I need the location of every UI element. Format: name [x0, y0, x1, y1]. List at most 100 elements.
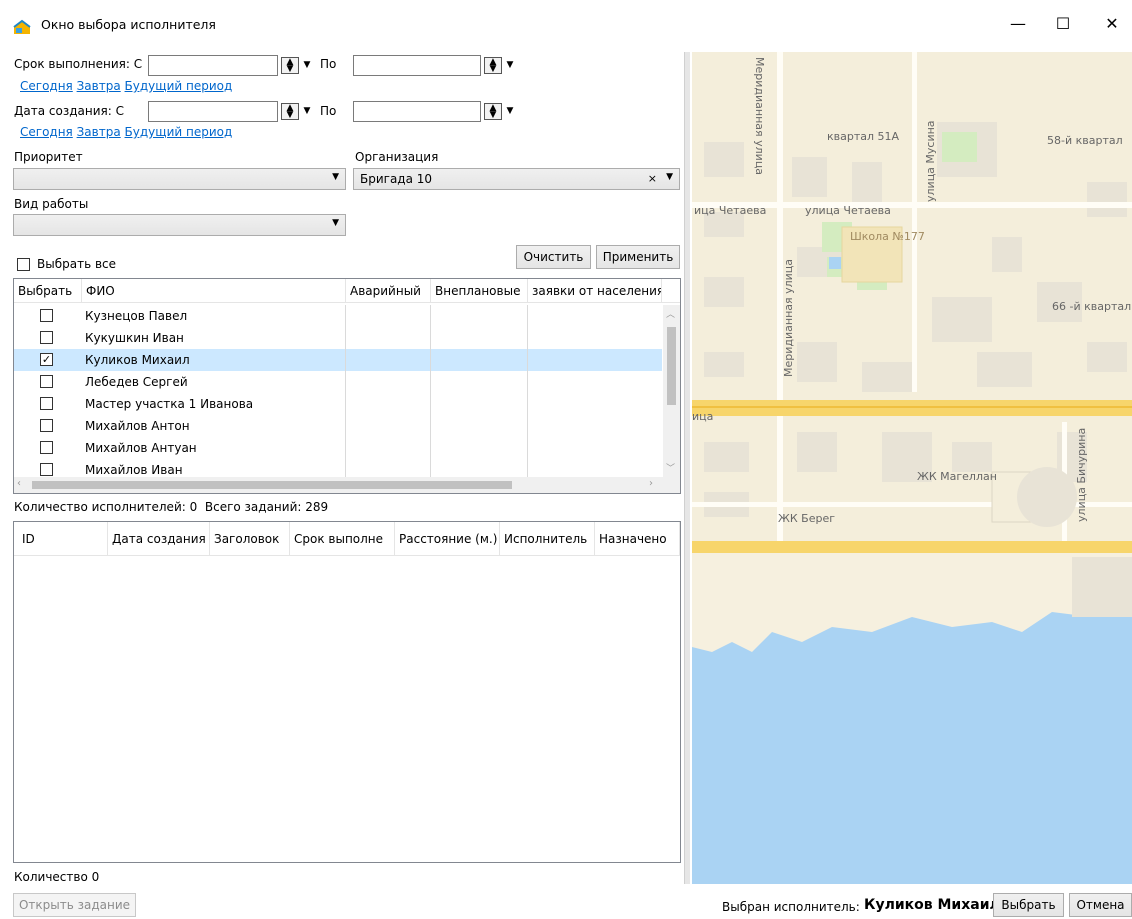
- splitter[interactable]: [684, 52, 690, 884]
- due-today-link[interactable]: Сегодня: [20, 79, 73, 93]
- choose-button[interactable]: Выбрать: [993, 893, 1064, 917]
- apply-button[interactable]: Применить: [596, 245, 680, 269]
- created-today-link[interactable]: Сегодня: [20, 125, 73, 139]
- performer-row[interactable]: Кузнецов Павел: [14, 305, 662, 327]
- created-from-input[interactable]: [148, 101, 278, 122]
- scroll-down-icon[interactable]: ﹀: [666, 461, 675, 474]
- app-icon: [13, 19, 31, 34]
- performers-column-header[interactable]: заявки от населения: [528, 279, 662, 303]
- performers-body: Кузнецов Павел Кукушкин Иван ✓ Куликов Миха…: [14, 305, 662, 477]
- chevron-down-icon: ▼: [332, 172, 339, 182]
- open-task-button[interactable]: Открыть задание: [13, 893, 136, 917]
- created-to-dropdown-icon[interactable]: ▼: [503, 103, 517, 120]
- performer-checkbox[interactable]: [40, 463, 53, 476]
- selected-performer-name: Куликов Михаил: [864, 897, 1000, 913]
- worktype-label: Вид работы: [14, 197, 89, 211]
- performers-column-header[interactable]: Аварийный: [346, 279, 431, 303]
- map-label-kvartal-51a: квартал 51А: [827, 130, 900, 143]
- map-label-meridiannaya-2: Меридианная улица: [782, 258, 795, 377]
- cancel-button[interactable]: Отмена: [1069, 893, 1132, 917]
- performers-header: Выбрать ФИО Аварийный Внеплановые заявки от …: [14, 279, 680, 303]
- scroll-up-icon[interactable]: ︿: [666, 307, 675, 320]
- map-label-chetaeva-2: улица Четаева: [805, 204, 891, 217]
- tasks-grid[interactable]: ID Дата создания Заголовок Срок выполне Расс…: [13, 521, 681, 863]
- select-all-label: Выбрать все: [37, 257, 117, 271]
- due-from-input[interactable]: [148, 55, 278, 76]
- tasks-column-header[interactable]: ID: [14, 522, 108, 556]
- map-label-zhk-magellan: ЖК Магеллан: [917, 470, 997, 483]
- map-label-musina: улица Мусина: [924, 120, 937, 202]
- performer-row[interactable]: Кукушкин Иван: [14, 327, 662, 349]
- organization-label: Организация: [355, 150, 439, 164]
- map-label-school: Школа №177: [850, 230, 925, 243]
- due-date-label: Срок выполнения: С: [14, 57, 143, 71]
- created-from-dropdown-icon[interactable]: ▼: [300, 103, 314, 120]
- created-to-input[interactable]: [353, 101, 481, 122]
- due-future-link[interactable]: Будущий период: [125, 79, 233, 93]
- performer-row[interactable]: Мастер участка 1 Иванова: [14, 393, 662, 415]
- clear-icon[interactable]: ×: [648, 172, 657, 185]
- map-label-58-kvartal: 58-й квартал: [1047, 134, 1123, 147]
- scroll-thumb[interactable]: [667, 327, 676, 405]
- due-to-spin-icon[interactable]: ▲ ▼: [484, 57, 502, 74]
- organization-select[interactable]: Бригада 10 × ▼: [353, 168, 680, 190]
- tasks-column-header[interactable]: Исполнитель: [500, 522, 595, 556]
- select-all-checkbox[interactable]: [17, 258, 30, 271]
- vertical-scrollbar[interactable]: ︿ ﹀: [663, 305, 680, 477]
- clear-button[interactable]: Очистить: [516, 245, 591, 269]
- due-to-input[interactable]: [353, 55, 481, 76]
- performers-column-header[interactable]: ФИО: [82, 279, 346, 303]
- chevron-down-icon: ▼: [666, 172, 673, 182]
- due-tomorrow-link[interactable]: Завтра: [77, 79, 121, 93]
- selected-prefix: Выбран исполнитель:: [722, 900, 860, 914]
- priority-select[interactable]: ▼: [13, 168, 346, 190]
- map-view[interactable]: Меридианная улица квартал 51А улица Муси…: [692, 52, 1132, 884]
- tasks-column-header[interactable]: Расстояние (м.): [395, 522, 500, 556]
- hscroll-thumb[interactable]: [32, 481, 512, 489]
- due-to-dropdown-icon[interactable]: ▼: [503, 57, 517, 74]
- performer-row[interactable]: Михайлов Антон: [14, 415, 662, 437]
- grid-column-divider: [345, 305, 346, 477]
- performers-column-header[interactable]: Внеплановые: [431, 279, 528, 303]
- tasks-column-header[interactable]: Срок выполне: [290, 522, 395, 556]
- created-to-spin-icon[interactable]: ▲ ▼: [484, 103, 502, 120]
- map-canvas: [692, 52, 1132, 884]
- scroll-right-icon[interactable]: ›: [649, 478, 653, 489]
- performer-name: Михайлов Иван: [85, 463, 183, 477]
- performer-row[interactable]: Михайлов Иван: [14, 459, 662, 477]
- due-to-label: По: [320, 57, 337, 71]
- scroll-left-icon[interactable]: ‹: [17, 478, 21, 489]
- performer-checkbox[interactable]: [40, 375, 53, 388]
- tasks-column-header[interactable]: Дата создания: [108, 522, 210, 556]
- chevron-down-icon: ▼: [332, 218, 339, 228]
- performer-checkbox[interactable]: ✓: [40, 353, 53, 366]
- performer-checkbox[interactable]: [40, 331, 53, 344]
- maximize-button[interactable]: ☐: [1043, 8, 1083, 40]
- grid-column-divider: [527, 305, 528, 477]
- close-button[interactable]: ✕: [1092, 8, 1132, 40]
- due-from-dropdown-icon[interactable]: ▼: [300, 57, 314, 74]
- minimize-button[interactable]: —: [998, 8, 1038, 40]
- horizontal-scrollbar[interactable]: ‹ ›: [14, 477, 680, 493]
- performer-checkbox[interactable]: [40, 441, 53, 454]
- created-tomorrow-link[interactable]: Завтра: [77, 125, 121, 139]
- performer-row[interactable]: Михайлов Антуан: [14, 437, 662, 459]
- due-from-spin-icon[interactable]: ▲ ▼: [281, 57, 299, 74]
- performer-row[interactable]: ✓ Куликов Михаил: [14, 349, 662, 371]
- window-title: Окно выбора исполнителя: [41, 17, 216, 32]
- created-from-spin-icon[interactable]: ▲ ▼: [281, 103, 299, 120]
- performer-checkbox[interactable]: [40, 419, 53, 432]
- performer-name: Куликов Михаил: [85, 353, 190, 367]
- map-label-street-fragment: ица: [692, 410, 714, 423]
- worktype-select[interactable]: ▼: [13, 214, 346, 236]
- performer-checkbox[interactable]: [40, 309, 53, 322]
- created-to-label: По: [320, 104, 337, 118]
- tasks-column-header[interactable]: Заголовок: [210, 522, 290, 556]
- performer-name: Мастер участка 1 Иванова: [85, 397, 254, 411]
- performers-column-header[interactable]: Выбрать: [14, 279, 82, 303]
- tasks-column-header[interactable]: Назначено: [595, 522, 680, 556]
- performer-checkbox[interactable]: [40, 397, 53, 410]
- performer-row[interactable]: Лебедев Сергей: [14, 371, 662, 393]
- created-future-link[interactable]: Будущий период: [125, 125, 233, 139]
- performers-grid[interactable]: Выбрать ФИО Аварийный Внеплановые заявки от …: [13, 278, 681, 494]
